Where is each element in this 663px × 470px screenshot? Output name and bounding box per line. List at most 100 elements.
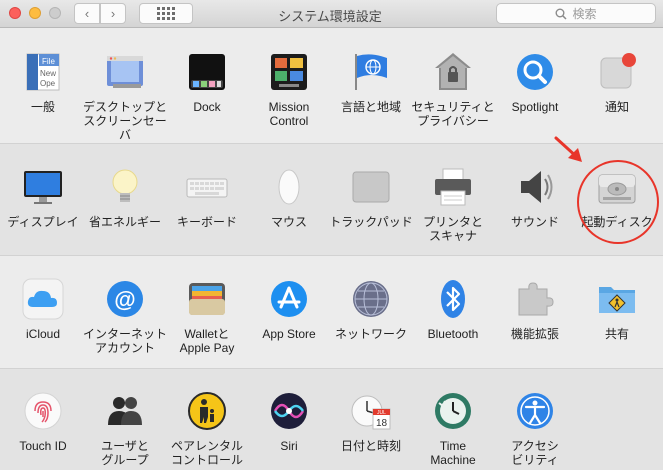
- pane-label: 共有: [604, 327, 629, 341]
- forward-button[interactable]: ›: [100, 3, 126, 24]
- pane-siri[interactable]: Siri: [246, 389, 332, 453]
- trackpad-icon: [349, 165, 393, 209]
- general-icon: File New Ope: [21, 50, 65, 94]
- pane-date-time[interactable]: JUL 18 日付と時刻: [328, 389, 414, 453]
- pane-label: デスクトップと スクリーンセーバ: [82, 100, 167, 142]
- pane-network[interactable]: ネットワーク: [328, 277, 414, 341]
- pane-sharing[interactable]: 共有: [574, 277, 660, 341]
- pane-wallet[interactable]: Walletと Apple Pay: [164, 277, 250, 355]
- pane-extensions[interactable]: 機能拡張: [492, 277, 578, 341]
- pane-touch-id[interactable]: Touch ID: [0, 389, 86, 453]
- notifications-icon: [595, 50, 639, 94]
- zoom-window-button[interactable]: [49, 7, 61, 19]
- highlight-circle: [577, 160, 659, 244]
- back-button[interactable]: ‹: [74, 3, 100, 24]
- date-time-icon: JUL 18: [349, 389, 393, 433]
- window-title: システム環境設定: [278, 9, 382, 24]
- search-field[interactable]: 検索: [496, 3, 656, 24]
- pointer-arrow-icon: [554, 136, 582, 162]
- sound-icon: [513, 165, 557, 209]
- show-all-button[interactable]: [139, 3, 193, 24]
- mission-control-icon: [267, 50, 311, 94]
- pane-label: Walletと Apple Pay: [179, 327, 235, 355]
- wallet-icon: [185, 277, 229, 321]
- pane-label: Spotlight: [511, 100, 559, 114]
- pane-label: ペアレンタル コントロール: [170, 439, 243, 467]
- siri-icon: [267, 389, 311, 433]
- pane-label: iCloud: [25, 327, 61, 341]
- pane-label: 機能拡張: [510, 327, 559, 341]
- pane-label: Bluetooth: [427, 327, 479, 341]
- pane-parental-controls[interactable]: ペアレンタル コントロール: [164, 389, 250, 467]
- calendar-month: JUL: [377, 410, 386, 416]
- search-placeholder: 検索: [572, 7, 597, 21]
- pane-users-groups[interactable]: ユーザと グループ: [82, 389, 168, 467]
- pane-label: ネットワーク: [334, 327, 407, 341]
- pane-mission-control[interactable]: Mission Control: [246, 50, 332, 128]
- calendar-day: 18: [376, 418, 388, 429]
- pane-label: トラックパッド: [329, 215, 413, 229]
- pane-label: セキュリティと プライバシー: [411, 100, 495, 128]
- pane-label: 日付と時刻: [340, 439, 401, 453]
- pane-desktop[interactable]: デスクトップと スクリーンセーバ: [82, 50, 168, 142]
- language-region-icon: [349, 50, 393, 94]
- pane-displays[interactable]: ディスプレイ: [0, 165, 86, 229]
- pane-internet-accounts[interactable]: @ インターネット アカウント: [82, 277, 168, 355]
- sharing-icon: [595, 277, 639, 321]
- pane-label: 通知: [604, 100, 629, 114]
- pane-label: 言語と地域: [340, 100, 401, 114]
- pane-dock[interactable]: Dock: [164, 50, 250, 114]
- pane-label: Dock: [193, 100, 221, 114]
- grid-icon: [157, 7, 175, 20]
- search-icon: [555, 8, 568, 20]
- pane-spotlight[interactable]: Spotlight: [492, 50, 578, 114]
- pane-label: 一般: [30, 100, 55, 114]
- svg-text:@: @: [114, 287, 135, 312]
- minimize-window-button[interactable]: [29, 7, 41, 19]
- pane-language[interactable]: 言語と地域: [328, 50, 414, 114]
- svg-text:File: File: [42, 57, 55, 66]
- extensions-icon: [513, 277, 557, 321]
- pane-label: Siri: [280, 439, 298, 453]
- internet-accounts-icon: @: [103, 277, 147, 321]
- pane-notifications[interactable]: 通知: [574, 50, 660, 114]
- pane-general[interactable]: File New Ope 一般: [0, 50, 86, 114]
- mouse-icon: [267, 165, 311, 209]
- spotlight-icon: [513, 50, 557, 94]
- chevron-left-icon: ‹: [84, 6, 90, 21]
- pane-label: インターネット アカウント: [82, 327, 167, 355]
- pane-icloud[interactable]: iCloud: [0, 277, 86, 341]
- pane-label: 省エネルギー: [88, 215, 161, 229]
- pane-mouse[interactable]: マウス: [246, 165, 332, 229]
- pane-label: ディスプレイ: [7, 215, 79, 229]
- pane-label: Touch ID: [19, 439, 67, 453]
- pane-keyboard[interactable]: キーボード: [164, 165, 250, 229]
- security-icon: [431, 50, 475, 94]
- pane-label: キーボード: [176, 215, 237, 229]
- pane-sound[interactable]: サウンド: [492, 165, 578, 229]
- chevron-right-icon: ›: [110, 6, 116, 21]
- pane-security[interactable]: セキュリティと プライバシー: [410, 50, 496, 128]
- pane-printers[interactable]: プリンタと スキャナ: [410, 165, 496, 243]
- svg-text:New: New: [40, 69, 56, 78]
- pane-bluetooth[interactable]: Bluetooth: [410, 277, 496, 341]
- pane-label: ユーザと グループ: [101, 439, 149, 467]
- pane-energy-saver[interactable]: 省エネルギー: [82, 165, 168, 229]
- close-window-button[interactable]: [9, 7, 21, 19]
- pane-label: アクセシ ビリティ: [511, 439, 559, 467]
- pane-accessibility[interactable]: アクセシ ビリティ: [492, 389, 578, 467]
- parental-controls-icon: [185, 389, 229, 433]
- pane-time-machine[interactable]: Time Machine: [410, 389, 496, 467]
- personal-section: File New Ope 一般 デスクトップと スクリーンセーバ Dock Miss…: [0, 29, 663, 143]
- dock-icon: [185, 50, 229, 94]
- pane-label: サウンド: [510, 215, 559, 229]
- pane-label: マウス: [270, 215, 307, 229]
- pane-label: App Store: [262, 327, 316, 341]
- pane-label: Time Machine: [430, 439, 476, 467]
- pane-app-store[interactable]: App Store: [246, 277, 332, 341]
- pane-trackpad[interactable]: トラックパッド: [328, 165, 414, 229]
- pane-label: Mission Control: [268, 100, 310, 128]
- time-machine-icon: [431, 389, 475, 433]
- svg-text:Ope: Ope: [40, 79, 56, 88]
- pane-label: プリンタと スキャナ: [422, 215, 483, 243]
